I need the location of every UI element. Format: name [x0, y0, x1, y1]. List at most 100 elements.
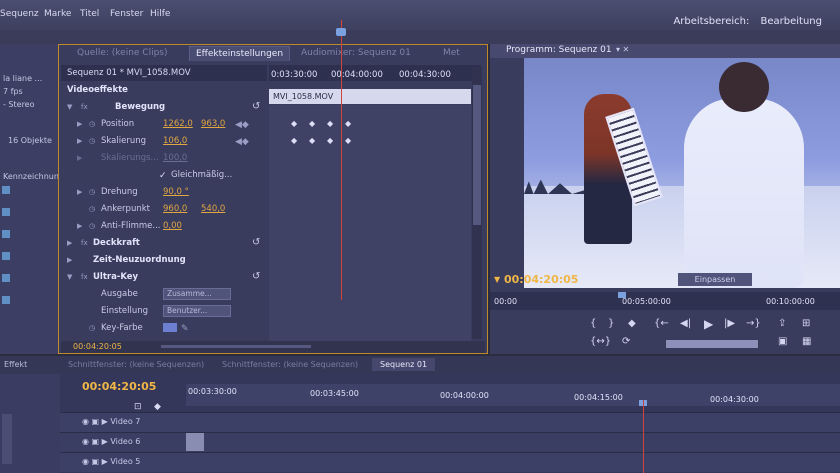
param-value-y[interactable]: 540,0 — [201, 204, 225, 214]
project-item-icon[interactable] — [2, 208, 10, 216]
param-value[interactable]: 90,0 ° — [163, 187, 189, 197]
track-video-5[interactable] — [60, 452, 840, 472]
stopwatch-icon[interactable]: ◷ — [89, 324, 95, 332]
mark-out-icon[interactable]: } — [608, 318, 614, 329]
project-item-icon[interactable] — [2, 230, 10, 238]
eyedropper-icon[interactable]: ✎ — [181, 324, 189, 334]
scrollbar-thumb[interactable] — [473, 85, 481, 225]
loop-icon[interactable]: ⟳ — [622, 336, 630, 347]
effect-row-ultra-key[interactable]: ▼ fx Ultra-Key ↺ — [59, 269, 267, 285]
keyframe-icon[interactable]: ◆ — [309, 136, 315, 145]
timeline-timecode[interactable]: 00:04:20:05 — [82, 380, 156, 393]
reset-icon[interactable]: ↺ — [252, 237, 260, 248]
project-item-icon[interactable] — [2, 274, 10, 282]
step-back-icon[interactable]: ◀| — [680, 318, 691, 329]
program-timecode[interactable]: 00:04:20:05 — [504, 273, 578, 286]
mark-in-icon[interactable]: { — [590, 318, 596, 329]
keyframe-area[interactable]: ◆ ◆ ◆ ◆ ◆ ◆ ◆ ◆ — [269, 105, 471, 341]
snap-icon[interactable]: ⊡ — [134, 402, 142, 412]
param-value[interactable]: 106,0 — [163, 136, 187, 146]
program-video-frame[interactable] — [524, 58, 840, 288]
track-video-6[interactable] — [60, 432, 840, 452]
keyframe-icon[interactable]: ◆ — [345, 119, 351, 128]
keyframe-icon[interactable]: ◆ — [327, 119, 333, 128]
keyframe-nav-icon[interactable]: ◀◆ — [235, 120, 249, 130]
expand-triangle-icon[interactable]: ▶ — [67, 256, 72, 264]
project-label-column[interactable]: Kennzeichnung — [3, 172, 64, 181]
output-dropdown[interactable]: Zusamme... — [163, 288, 231, 300]
extract-icon[interactable]: ⊞ — [802, 318, 810, 329]
effect-row-time-remap[interactable]: ▶ Zeit-Neuzuordnung — [59, 252, 267, 268]
effect-row-opacity[interactable]: ▶ fx Deckkraft ↺ — [59, 235, 267, 251]
effect-playhead[interactable] — [341, 20, 342, 300]
chevron-down-icon[interactable]: ▾ ✕ — [616, 45, 629, 54]
reset-icon[interactable]: ↺ — [252, 101, 260, 112]
play-in-to-out-icon[interactable]: {↔} — [590, 336, 611, 347]
current-time-indicator[interactable] — [336, 28, 346, 36]
key-color-swatch[interactable] — [163, 323, 177, 332]
go-to-in-icon[interactable]: {← — [654, 318, 669, 329]
expand-triangle-icon[interactable]: ▶ — [77, 137, 82, 145]
keyframe-icon[interactable]: ◆ — [309, 119, 315, 128]
project-item-icon[interactable] — [2, 252, 10, 260]
menu-titel[interactable]: Titel — [80, 9, 99, 19]
param-value-x[interactable]: 1262,0 — [163, 119, 193, 129]
project-item-icon[interactable] — [2, 296, 10, 304]
keyframe-nav-icon[interactable]: ◀◆ — [235, 137, 249, 147]
effect-row-motion[interactable]: ▼ fx Bewegung ↺ — [59, 99, 267, 115]
checkbox-checked-icon[interactable]: ✓ — [159, 171, 167, 181]
workspace-selector[interactable]: Arbeitsbereich: Bearbeitung — [665, 16, 822, 27]
expand-triangle-icon[interactable]: ▶ — [77, 120, 82, 128]
jog-shuttle-slider[interactable] — [666, 340, 758, 348]
tab-timeline-empty[interactable]: Schnittfenster: (keine Sequenzen) — [68, 360, 204, 369]
keyframe-icon[interactable]: ◆ — [327, 136, 333, 145]
program-playhead[interactable] — [618, 292, 626, 298]
menu-hilfe[interactable]: Hilfe — [150, 9, 170, 19]
setting-dropdown[interactable]: Benutzer... — [163, 305, 231, 317]
tab-effect-controls[interactable]: Effekteinstellungen — [189, 46, 291, 61]
expand-triangle-icon[interactable]: ▶ — [77, 222, 82, 230]
play-icon[interactable]: ▶ — [704, 317, 713, 331]
tab-source[interactable]: Quelle: (keine Clips) — [77, 48, 168, 58]
stopwatch-icon[interactable]: ◷ — [89, 222, 95, 230]
param-value[interactable]: 0,00 — [163, 221, 182, 231]
fx-icon[interactable]: fx — [81, 239, 88, 247]
footer-timecode[interactable]: 00:04:20:05 — [73, 342, 122, 351]
lift-icon[interactable]: ⇪ — [778, 318, 786, 329]
step-forward-icon[interactable]: |▶ — [724, 318, 735, 329]
settings-icon[interactable]: ▦ — [802, 336, 811, 347]
stopwatch-icon[interactable]: ◷ — [89, 188, 95, 196]
fit-dropdown[interactable]: Einpassen — [678, 273, 752, 286]
left-scrollbar[interactable] — [2, 414, 12, 464]
tab-timeline-empty[interactable]: Schnittfenster: (keine Sequenzen) — [222, 360, 358, 369]
fx-icon[interactable]: fx — [81, 273, 88, 281]
stopwatch-icon[interactable]: ◷ — [89, 120, 95, 128]
param-value-y[interactable]: 963,0 — [201, 119, 225, 129]
zoom-slider[interactable] — [161, 345, 311, 348]
expand-triangle-icon[interactable]: ▶ — [77, 188, 82, 196]
workspace-value[interactable]: Bearbeitung — [761, 16, 822, 27]
menu-fenster[interactable]: Fenster — [110, 9, 143, 19]
keyframe-icon[interactable]: ◆ — [345, 136, 351, 145]
timeline-ruler[interactable]: 00:03:30:00 00:03:45:00 00:04:00:00 00:0… — [186, 384, 840, 406]
export-frame-icon[interactable]: ▣ — [778, 336, 787, 347]
expand-triangle-icon[interactable]: ▼ — [67, 273, 72, 281]
track-video-7[interactable] — [60, 412, 840, 432]
reset-icon[interactable]: ↺ — [252, 271, 260, 282]
expand-triangle-icon[interactable]: ▼ — [67, 103, 72, 111]
tab-audio-mixer[interactable]: Audiomixer: Sequenz 01 — [301, 48, 411, 58]
tab-sequence-01[interactable]: Sequenz 01 — [372, 358, 436, 371]
effect-timeline-ruler[interactable]: 0:03:30:00 00:04:00:00 00:04:30:00 — [269, 65, 481, 81]
stopwatch-icon[interactable]: ◷ — [89, 137, 95, 145]
menu-marke[interactable]: Marke — [44, 9, 71, 19]
expand-triangle-icon[interactable]: ▶ — [67, 239, 72, 247]
timeline-playhead[interactable] — [643, 400, 644, 473]
menu-sequenz[interactable]: Sequenz — [0, 9, 39, 19]
clip-segment[interactable] — [186, 433, 204, 451]
effect-clip-bar[interactable]: MVI_1058.MOV — [269, 89, 471, 104]
fx-icon[interactable]: fx — [81, 103, 88, 111]
marker-icon[interactable]: ◆ — [154, 402, 161, 412]
program-title[interactable]: Programm: Sequenz 01 — [506, 45, 612, 55]
param-value-x[interactable]: 960,0 — [163, 204, 187, 214]
stopwatch-icon[interactable]: ◷ — [89, 205, 95, 213]
